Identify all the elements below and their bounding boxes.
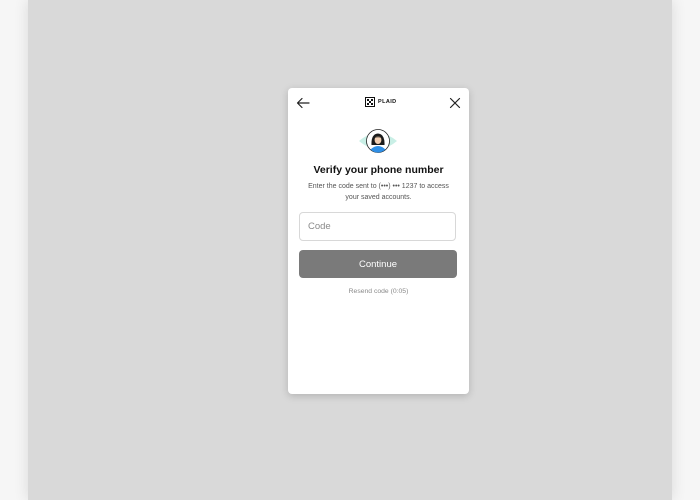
close-button[interactable] bbox=[449, 96, 461, 109]
code-input[interactable] bbox=[299, 212, 456, 241]
page-title: Verify your phone number bbox=[313, 164, 444, 176]
modal-backdrop: PLAID Verify your phone number Enter the… bbox=[28, 0, 672, 500]
logo-text: PLAID bbox=[378, 99, 397, 105]
plaid-logo: PLAID bbox=[365, 97, 397, 107]
resend-code-link[interactable]: Resend code (0:05) bbox=[288, 288, 469, 295]
user-avatar-icon bbox=[359, 129, 397, 153]
plaid-logo-icon bbox=[365, 97, 375, 107]
verify-phone-dialog: PLAID Verify your phone number Enter the… bbox=[288, 88, 469, 394]
back-button[interactable] bbox=[296, 96, 310, 109]
user-avatar-illustration bbox=[357, 127, 399, 155]
instruction-text: Enter the code sent to (•••) ••• 1237 to… bbox=[308, 183, 449, 201]
continue-button[interactable]: Continue bbox=[299, 250, 457, 278]
arrow-left-icon bbox=[296, 97, 310, 109]
close-icon bbox=[449, 97, 461, 109]
